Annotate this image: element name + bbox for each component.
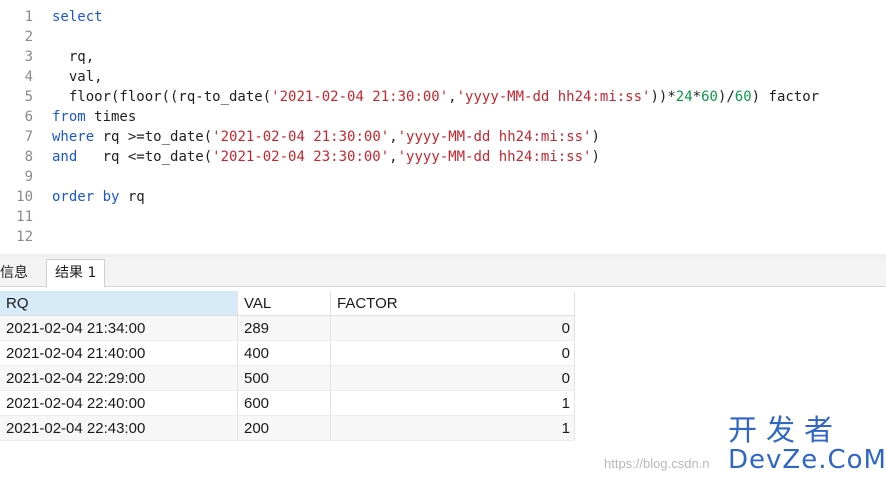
cell-factor[interactable]: 0	[330, 315, 575, 341]
sql-token: val,	[52, 69, 103, 85]
sql-token: rq >=to_date(	[94, 129, 213, 145]
tab-info[interactable]: 信息	[0, 260, 32, 286]
column-header-rq[interactable]: RQ	[0, 291, 238, 316]
cell-rq[interactable]: 2021-02-04 22:40:00	[0, 390, 238, 416]
sql-token: ))*	[650, 89, 676, 105]
grid-header-row: RQ VAL FACTOR	[0, 291, 575, 316]
site-logo: 开发者 DevZe.CoM	[726, 414, 886, 478]
result-tabbar: 信息 结果 1	[0, 258, 886, 288]
sql-number: 60	[734, 89, 752, 105]
column-header-factor[interactable]: FACTOR	[330, 291, 575, 316]
cell-factor[interactable]: 1	[330, 390, 575, 416]
code-line[interactable]: and rq <=to_date('2021-02-04 23:30:00','…	[52, 147, 600, 167]
line-number: 12	[16, 229, 33, 245]
code-line[interactable]: rq,	[52, 47, 94, 67]
cell-val[interactable]: 289	[237, 315, 331, 341]
line-number: 2	[24, 29, 33, 45]
result-grid[interactable]: RQ VAL FACTOR 2021-02-04 21:34:00 289 0 202…	[0, 291, 575, 441]
cell-factor[interactable]: 1	[330, 415, 575, 441]
line-number: 7	[24, 129, 33, 145]
table-row[interactable]: 2021-02-04 22:29:00 500 0	[0, 365, 575, 391]
code-line[interactable]: where rq >=to_date('2021-02-04 21:30:00'…	[52, 127, 600, 147]
column-header-val[interactable]: VAL	[237, 291, 331, 316]
sql-token: ) factor	[751, 89, 820, 105]
cell-val[interactable]: 600	[237, 390, 331, 416]
sql-token: )	[591, 149, 600, 165]
cell-val[interactable]: 500	[237, 365, 331, 391]
line-number: 6	[24, 109, 33, 125]
sql-string: '2021-02-04 21:30:00'	[212, 129, 390, 145]
sql-keyword: select	[52, 9, 103, 25]
sql-keyword: where	[52, 129, 95, 145]
table-row[interactable]: 2021-02-04 22:43:00 200 1	[0, 415, 575, 441]
cell-factor[interactable]: 0	[330, 365, 575, 391]
cell-rq[interactable]: 2021-02-04 21:34:00	[0, 315, 238, 341]
sql-token: floor(floor((rq-to_date(	[52, 89, 272, 105]
code-line[interactable]: floor(floor((rq-to_date('2021-02-04 21:3…	[52, 87, 819, 107]
line-number: 10	[16, 189, 33, 205]
logo-domain: DevZe.CoM	[728, 445, 886, 475]
sql-token: ,	[448, 89, 457, 105]
line-number: 3	[24, 49, 33, 65]
cell-factor[interactable]: 0	[330, 340, 575, 366]
table-row[interactable]: 2021-02-04 22:40:00 600 1	[0, 390, 575, 416]
cell-val[interactable]: 200	[237, 415, 331, 441]
sql-keyword: and	[52, 149, 78, 165]
sql-string: 'yyyy-MM-dd hh24:mi:ss'	[397, 129, 592, 145]
cell-rq[interactable]: 2021-02-04 22:29:00	[0, 365, 238, 391]
table-row[interactable]: 2021-02-04 21:34:00 289 0	[0, 315, 575, 341]
watermark-url: https://blog.csdn.n	[604, 456, 710, 471]
sql-token: rq <=to_date(	[77, 149, 213, 165]
cell-rq[interactable]: 2021-02-04 21:40:00	[0, 340, 238, 366]
sql-token: rq,	[52, 49, 95, 65]
code-line[interactable]: select	[52, 7, 103, 27]
sql-string: '2021-02-04 23:30:00'	[212, 149, 390, 165]
code-line[interactable]: from times	[52, 107, 136, 127]
sql-editor[interactable]: 1 2 3 4 5 6 7 8 9 10 11 12 select rq, val, floor(fl…	[0, 0, 886, 254]
table-row[interactable]: 2021-02-04 21:40:00 400 0	[0, 340, 575, 366]
sql-keyword: from	[52, 109, 86, 125]
code-line[interactable]: val,	[52, 67, 103, 87]
sql-token: ,	[389, 149, 398, 165]
sql-string: '2021-02-04 21:30:00'	[271, 89, 449, 105]
sql-number: 60	[701, 89, 718, 105]
sql-token: times	[85, 109, 137, 125]
line-number: 1	[24, 9, 33, 25]
code-line[interactable]: order by rq	[52, 187, 145, 207]
sql-string: 'yyyy-MM-dd hh24:mi:ss'	[456, 89, 651, 105]
line-number: 9	[24, 169, 33, 185]
line-number: 4	[24, 69, 33, 85]
sql-token: )/	[717, 89, 735, 105]
sql-keyword: order by	[52, 189, 120, 205]
sql-token: )	[591, 129, 600, 145]
sql-number: 24	[675, 89, 693, 105]
sql-string: 'yyyy-MM-dd hh24:mi:ss'	[397, 149, 592, 165]
line-number-gutter: 1 2 3 4 5 6 7 8 9 10 11 12	[0, 0, 40, 254]
tab-result-1[interactable]: 结果 1	[46, 259, 106, 288]
cell-val[interactable]: 400	[237, 340, 331, 366]
line-number: 8	[24, 149, 33, 165]
line-number: 11	[16, 209, 33, 225]
logo-title: 开发者	[728, 413, 843, 447]
sql-token: *	[692, 89, 702, 105]
sql-token: ,	[389, 129, 398, 145]
sql-token: rq	[119, 189, 145, 205]
line-number: 5	[24, 89, 33, 105]
cell-rq[interactable]: 2021-02-04 22:43:00	[0, 415, 238, 441]
